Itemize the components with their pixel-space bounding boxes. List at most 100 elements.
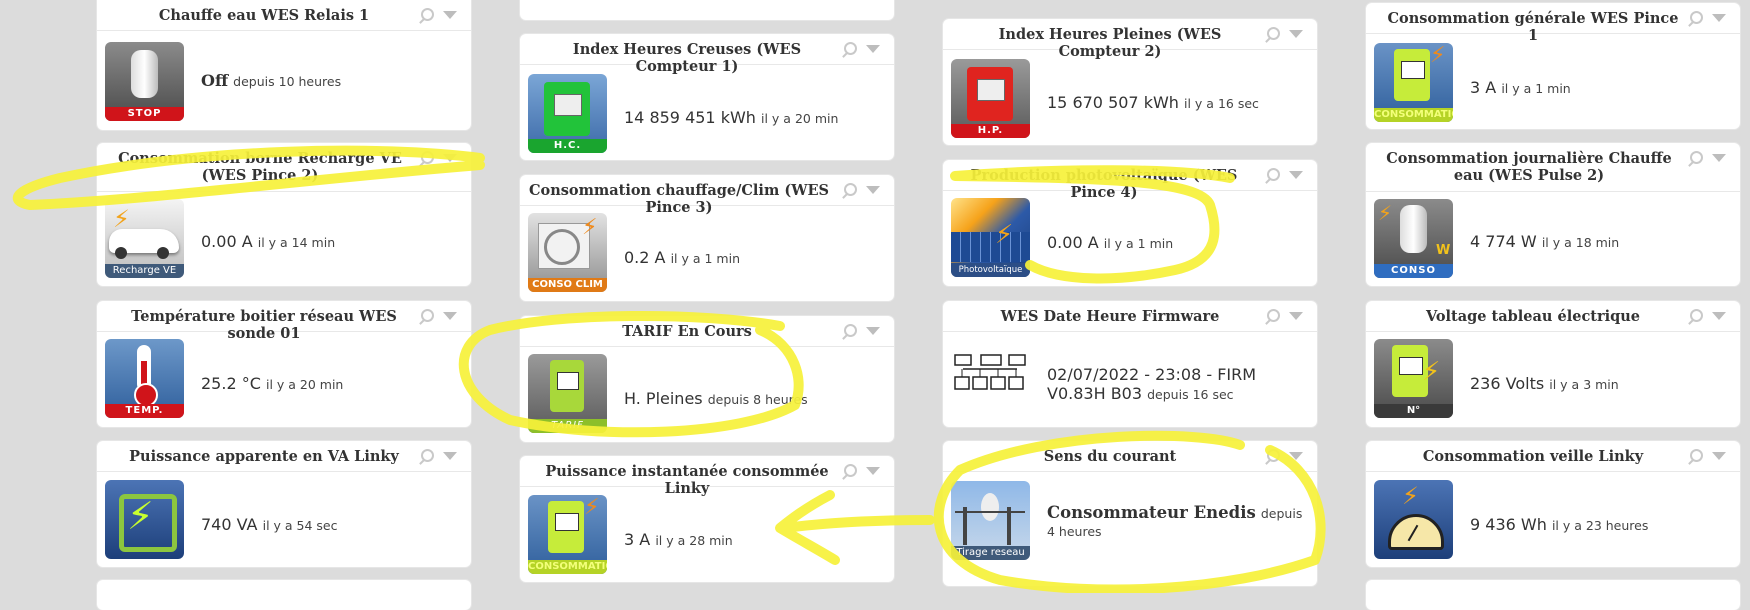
widget-value-row: 0.00 A il y a 1 min (1047, 233, 1307, 252)
widget-header: Température boitier réseau WES sonde 01 (97, 301, 471, 342)
widget-value: 0.2 A (624, 248, 666, 267)
zoom-icon[interactable] (1267, 27, 1280, 40)
widget-timestamp: il y a 28 min (655, 533, 733, 548)
widget-value-row: 9 436 Wh il y a 23 heures (1470, 515, 1730, 534)
widget-timestamp: il y a 1 min (670, 251, 740, 266)
widget-title: WES Date Heure Firmware (1000, 308, 1220, 325)
zoom-icon[interactable] (1690, 151, 1703, 164)
widget-timestamp: il y a 20 min (761, 111, 839, 126)
water-heater-stop-icon: STOP (105, 42, 184, 121)
ev-charging-car-icon: ⚡ Recharge VE (105, 199, 184, 278)
widget-timestamp: il y a 54 sec (262, 518, 338, 533)
chevron-down-icon[interactable] (443, 312, 457, 320)
widget-timestamp: il y a 3 min (1549, 377, 1619, 392)
zoom-icon[interactable] (421, 449, 434, 462)
chevron-down-icon[interactable] (1289, 171, 1303, 179)
zoom-icon[interactable] (1267, 168, 1280, 181)
meter-number-icon: ⚡ N° COMPTEUR (1374, 339, 1453, 418)
widget-timestamp: il y a 1 min (1501, 81, 1571, 96)
widget-title: Chauffe eau WES Relais 1 (158, 7, 370, 24)
chevron-down-icon[interactable] (443, 11, 457, 19)
gauge-icon: ⚡ (1374, 480, 1453, 559)
air-conditioner-icon: ⚡ CONSO CLIM (528, 213, 607, 292)
linky-power-icon: ⚡ (105, 480, 184, 559)
widget-title: TARIF En Cours (622, 323, 752, 340)
widget-tarif: TARIF En Cours TARIF H. Pleines depuis 8… (520, 316, 894, 442)
widget-header: Index Heures Pleines (WES Compteur 2) (943, 19, 1317, 60)
widget-value-row: 25.2 °C il y a 20 min (201, 374, 461, 393)
widget-value-row: 0.2 A il y a 1 min (624, 248, 884, 267)
zoom-icon[interactable] (421, 8, 434, 21)
widget-title: Sens du courant (1043, 448, 1177, 465)
widget-timestamp: il y a 16 sec (1184, 96, 1259, 111)
widget-chauffage-clim: Consommation chauffage/Clim (WES Pince 3… (520, 175, 894, 301)
widget-value-row: H. Pleines depuis 8 heures (624, 389, 884, 408)
widget-value: Off (201, 71, 229, 90)
zoom-icon[interactable] (844, 42, 857, 55)
widget-value-row: 15 670 507 kWh il y a 16 sec (1047, 93, 1307, 112)
chevron-down-icon[interactable] (1712, 312, 1726, 320)
consumption-meter-icon: ⚡ CONSOMMATION (1374, 43, 1453, 122)
chevron-down-icon[interactable] (443, 154, 457, 162)
widget-timestamp: depuis 16 sec (1147, 387, 1234, 402)
zoom-icon[interactable] (421, 151, 434, 164)
meter-hc-icon: H.C. (528, 74, 607, 153)
widget-timestamp: depuis 10 heures (233, 74, 342, 89)
chevron-down-icon[interactable] (866, 327, 880, 335)
widget-title: Consommation générale WES Pince 1 (1387, 10, 1679, 44)
widget-value-row: 14 859 451 kWh il y a 20 min (624, 108, 884, 127)
widget-partial (520, 0, 894, 20)
widget-value: Consommateur Enedis (1047, 503, 1256, 522)
widget-title: Consommation veille Linky (1422, 448, 1644, 465)
chevron-down-icon[interactable] (866, 186, 880, 194)
widget-value-row: 3 A il y a 1 min (1470, 78, 1730, 97)
widget-title: Température boitier réseau WES sonde 01 (131, 308, 397, 342)
widget-title: Consommation chauffage/Clim (WES Pince 3… (528, 182, 830, 216)
widget-value: 9 436 Wh (1470, 515, 1547, 534)
chevron-down-icon[interactable] (443, 452, 457, 460)
widget-header: Consommation chauffage/Clim (WES Pince 3… (520, 175, 894, 216)
zoom-icon[interactable] (844, 464, 857, 477)
widget-conso-chauffe-eau: Consommation journalière Chauffe eau (WE… (1366, 143, 1740, 286)
meter-hp-icon: H.P. (951, 59, 1030, 138)
chevron-down-icon[interactable] (1289, 452, 1303, 460)
zoom-icon[interactable] (1690, 309, 1703, 322)
chevron-down-icon[interactable] (1289, 30, 1303, 38)
widget-index-hc: Index Heures Creuses (WES Compteur 1) H.… (520, 34, 894, 160)
zoom-icon[interactable] (844, 183, 857, 196)
widget-sens-courant: Sens du courant Tirage reseau Consommate… (943, 441, 1317, 586)
widget-title: Consommation borne Recharge VE (WES Pinc… (118, 150, 402, 184)
chevron-down-icon[interactable] (866, 467, 880, 475)
widget-timestamp: il y a 20 min (265, 377, 344, 392)
widget-value: 4 774 W (1470, 232, 1537, 251)
solar-panel-icon: ⚡ Photovoltaïque (951, 198, 1030, 277)
widget-header: Puissance apparente en VA Linky (97, 441, 471, 472)
zoom-icon[interactable] (1690, 11, 1703, 24)
zoom-icon[interactable] (1267, 449, 1280, 462)
widget-value: 236 Volts (1470, 374, 1545, 393)
widget-value-row: 02/07/2022 - 23:08 - FIRM V0.83H B03 dep… (1047, 365, 1307, 404)
chevron-down-icon[interactable] (866, 45, 880, 53)
widget-title: Voltage tableau électrique (1425, 308, 1641, 325)
zoom-icon[interactable] (1267, 309, 1280, 322)
widget-value-row: Off depuis 10 heures (201, 71, 461, 90)
chevron-down-icon[interactable] (1289, 312, 1303, 320)
zoom-icon[interactable] (844, 324, 857, 337)
widget-title: Production photovoltaïque (WES Pince 4) (970, 167, 1238, 201)
widget-timestamp: il y a 18 min (1541, 235, 1620, 250)
widget-puissance-instantanee: Puissance instantanée consommée Linky ⚡ … (520, 456, 894, 582)
widget-value: 25.2 °C (201, 374, 261, 393)
widget-header: Chauffe eau WES Relais 1 (97, 0, 471, 31)
chevron-down-icon[interactable] (1712, 154, 1726, 162)
widget-header: TARIF En Cours (520, 316, 894, 347)
widget-title: Index Heures Pleines (WES Compteur 2) (998, 26, 1222, 60)
widget-header: Sens du courant (943, 441, 1317, 472)
widget-date-firmware: WES Date Heure Firmware 02/07/2022 - 23:… (943, 301, 1317, 427)
chevron-down-icon[interactable] (1712, 14, 1726, 22)
zoom-icon[interactable] (421, 309, 434, 322)
zoom-icon[interactable] (1690, 449, 1703, 462)
chevron-down-icon[interactable] (1712, 452, 1726, 460)
widget-value: 0.00 A (201, 232, 253, 251)
widget-header: Voltage tableau électrique (1366, 301, 1740, 332)
network-diagram-icon (951, 339, 1030, 418)
